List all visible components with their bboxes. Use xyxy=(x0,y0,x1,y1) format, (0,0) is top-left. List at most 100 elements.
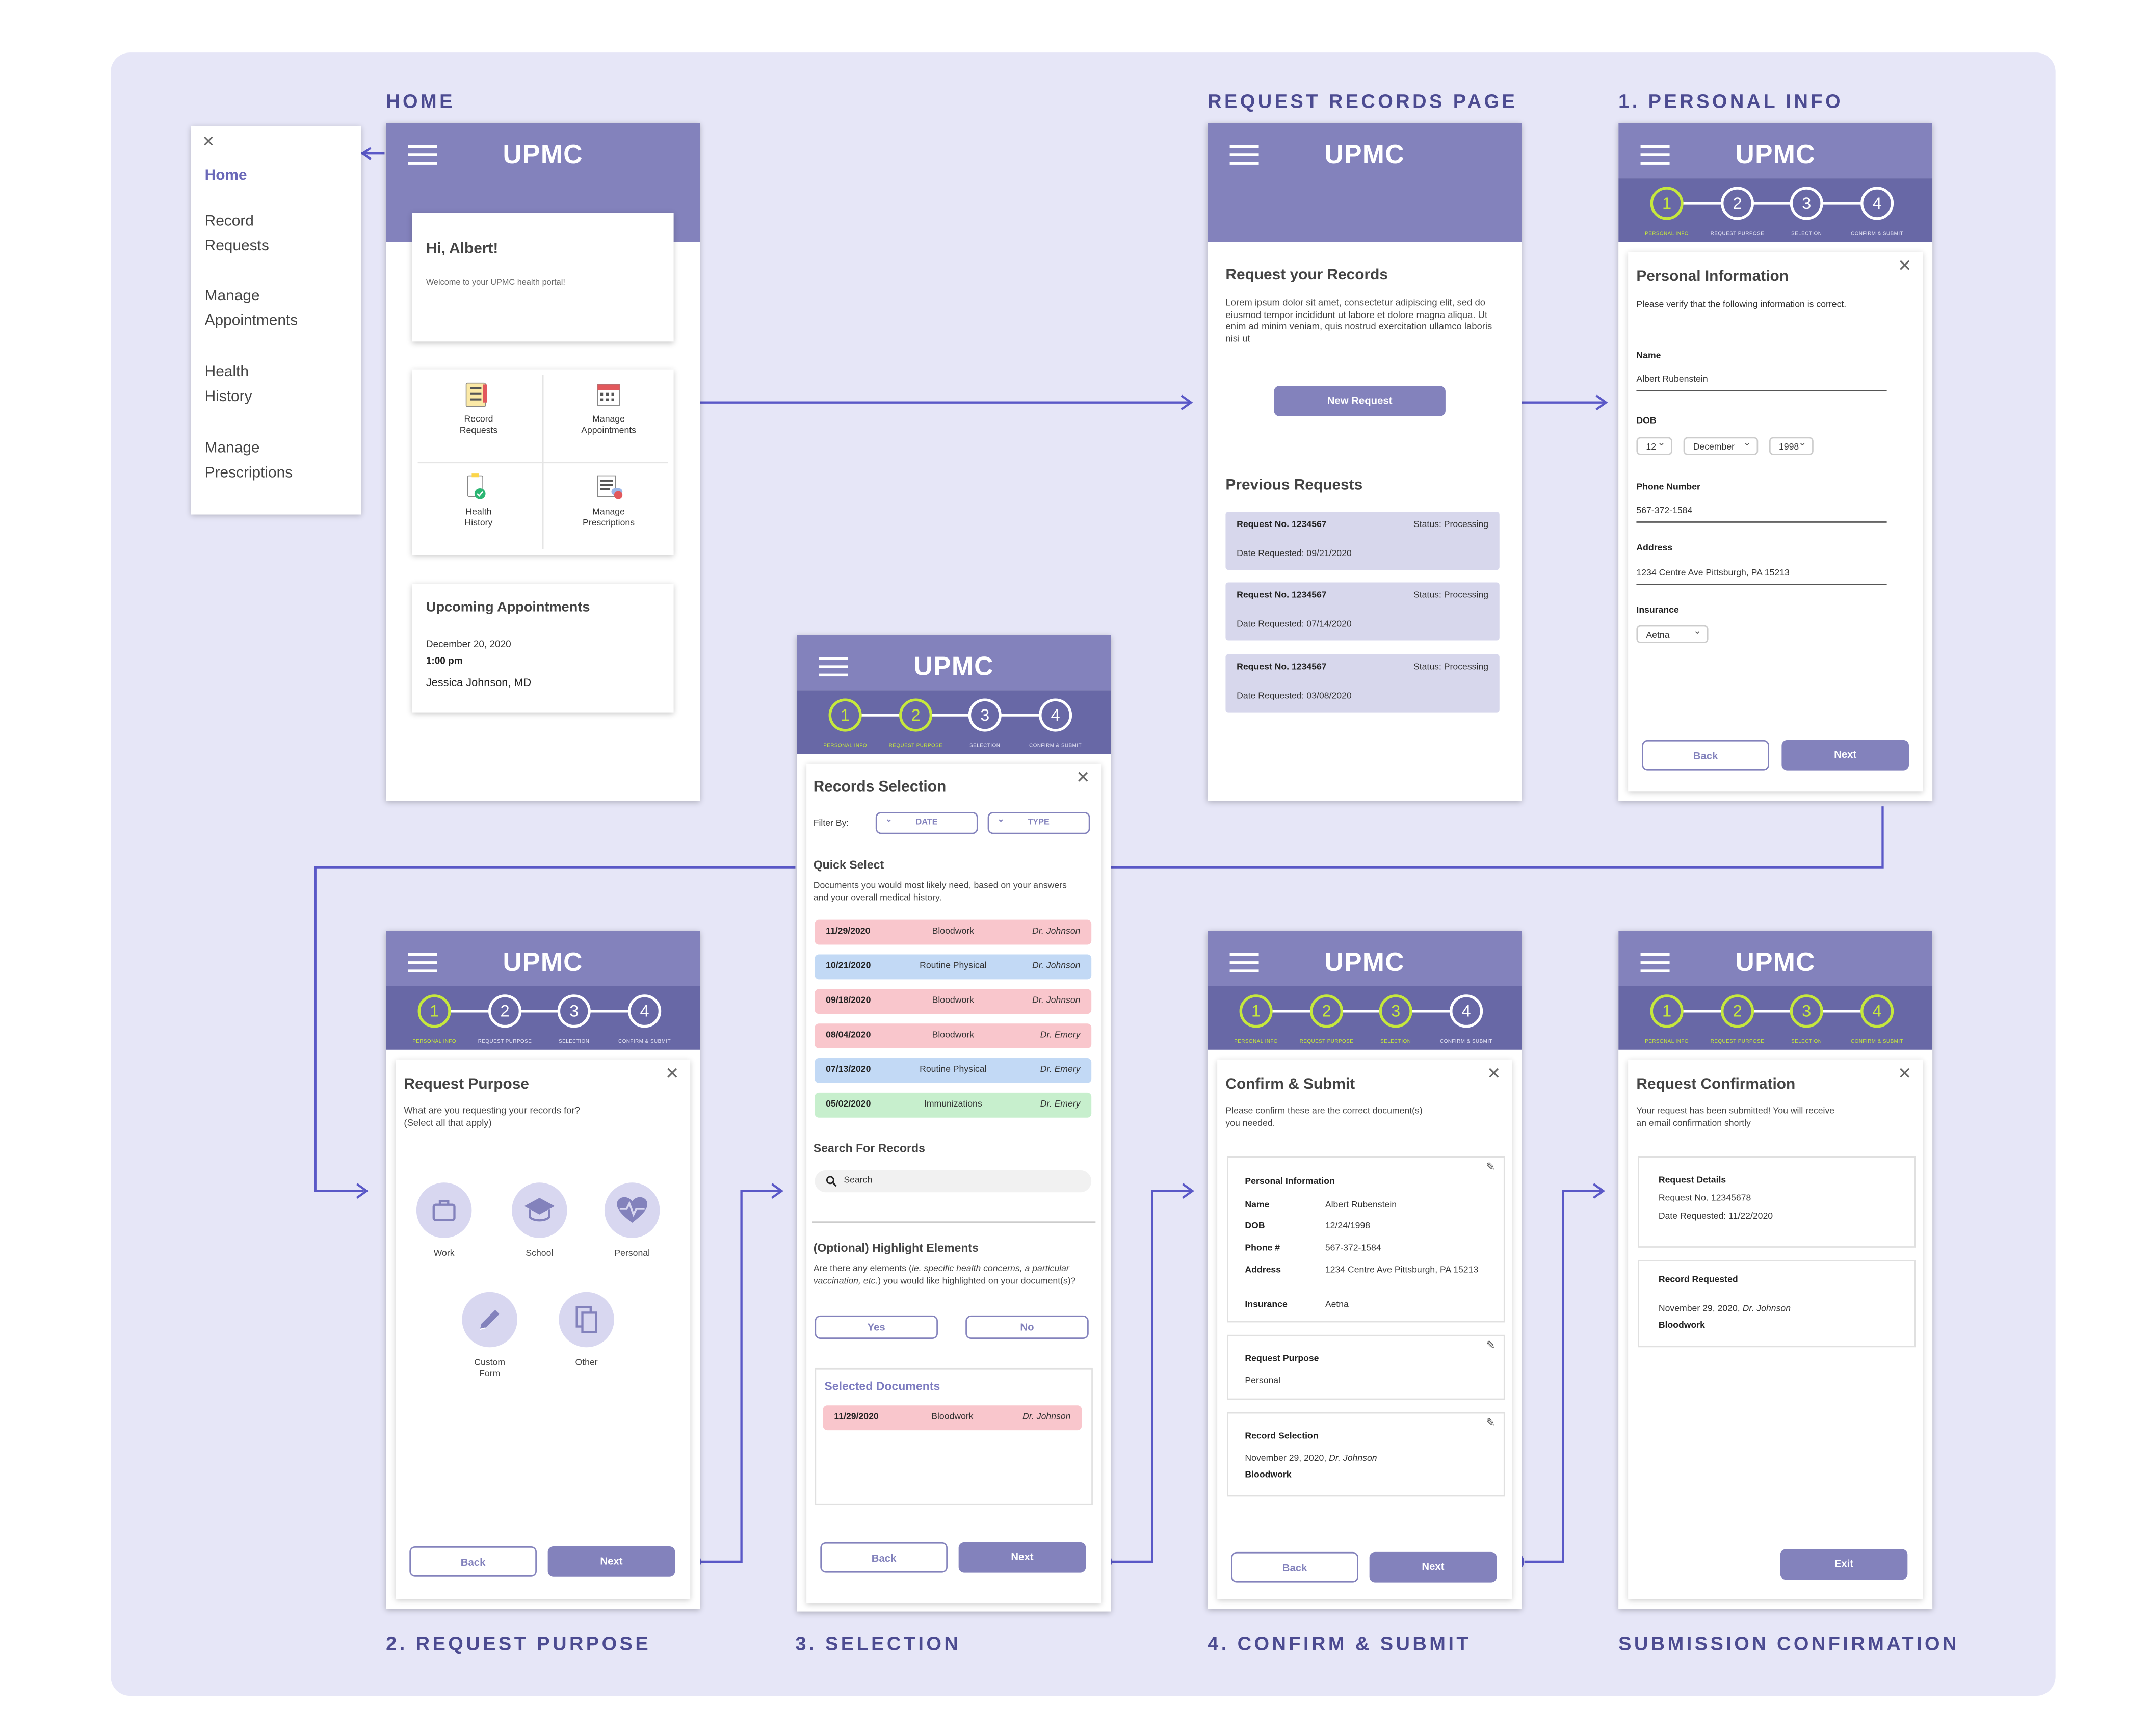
edit-pencil-icon[interactable]: ✎ xyxy=(1486,1339,1495,1351)
flow-line-selection-to-confirm xyxy=(1112,1190,1191,1563)
step-4: 4 xyxy=(1860,187,1894,220)
no-button[interactable]: No xyxy=(965,1315,1089,1339)
purpose-option-custom-form[interactable] xyxy=(462,1292,517,1348)
previous-request-card[interactable]: Request No. 1234567 Status: Processing D… xyxy=(1225,654,1500,713)
clipboard-list-icon xyxy=(465,382,487,407)
step-3: 3 xyxy=(1790,187,1823,220)
personal-title: Personal Information xyxy=(1636,268,1789,285)
back-button[interactable]: Back xyxy=(1231,1551,1358,1583)
dob-year-select[interactable]: 1998 xyxy=(1769,434,1814,455)
confirm-selection-card: ✎ Record Selection November 29, 2020, Dr… xyxy=(1227,1412,1505,1497)
title-selection: 3. SELECTION xyxy=(795,1632,961,1654)
flow-line-personal-to-purpose xyxy=(1111,806,1884,869)
edit-pencil-icon[interactable]: ✎ xyxy=(1486,1416,1495,1429)
next-button[interactable]: Next xyxy=(1369,1551,1497,1583)
filter-type-dropdown[interactable]: ⌄ TYPE xyxy=(987,812,1090,834)
yes-button[interactable]: Yes xyxy=(815,1315,938,1339)
menu-item-health-history[interactable]: Health History xyxy=(205,360,252,410)
record-row[interactable]: 05/02/2020 Immunizations Dr. Emery xyxy=(815,1092,1092,1118)
record-row[interactable]: 11/29/2020 Bloodwork Dr. Johnson xyxy=(815,919,1092,945)
close-icon[interactable]: ✕ xyxy=(202,134,215,151)
address-field[interactable]: 1234 Centre Ave Pittsburgh, PA 15213 xyxy=(1636,568,1789,578)
request-details-card: Request Details Request No. 12345678 Dat… xyxy=(1638,1156,1916,1248)
heart-pulse-icon xyxy=(617,1197,648,1223)
record-row[interactable]: 10/21/2020 Routine Physical Dr. Johnson xyxy=(815,954,1092,980)
phone-field[interactable]: 567-372-1584 xyxy=(1636,506,1692,516)
app-logo: UPMC xyxy=(1324,949,1405,978)
purpose-option-other[interactable] xyxy=(559,1292,614,1348)
purpose-option-personal[interactable] xyxy=(604,1182,660,1238)
record-row[interactable]: 08/04/2020 Bloodwork Dr. Emery xyxy=(815,1023,1092,1049)
back-button[interactable]: Back xyxy=(409,1546,537,1577)
menu-item-manage-prescriptions[interactable]: Manage Prescriptions xyxy=(205,436,293,486)
back-button[interactable]: Back xyxy=(820,1542,948,1573)
new-request-button[interactable]: New Request xyxy=(1274,386,1446,416)
copy-icon xyxy=(575,1306,597,1333)
app-header: UPMC xyxy=(1618,931,1933,986)
close-icon[interactable]: ✕ xyxy=(665,1065,679,1082)
chevron-down-icon: ⌄ xyxy=(997,816,1005,825)
title-personal-info: 1. PERSONAL INFO xyxy=(1618,90,1843,112)
step-2: 2 xyxy=(1720,187,1754,220)
dob-day-select[interactable]: 12 xyxy=(1636,434,1672,455)
record-row[interactable]: 09/18/2020 Bloodwork Dr. Johnson xyxy=(815,989,1092,1014)
step-1: 1 xyxy=(1650,187,1684,220)
app-logo: UPMC xyxy=(1735,949,1816,978)
tile-record-requests[interactable]: Record Requests xyxy=(412,415,545,437)
graduation-cap-icon xyxy=(524,1198,555,1222)
step-progress: 1 2 3 4 PERSONAL INFO REQUEST PURPOSE SE… xyxy=(1618,178,1933,242)
upcoming-title: Upcoming Appointments xyxy=(426,600,590,616)
record-row[interactable]: 07/13/2020 Routine Physical Dr. Emery xyxy=(815,1058,1092,1083)
request-purpose-panel: ✕ Request Purpose What are you requestin… xyxy=(396,1059,691,1599)
next-button[interactable]: Next xyxy=(958,1542,1086,1573)
purpose-option-work[interactable] xyxy=(416,1182,472,1238)
appointment-time: 1:00 pm xyxy=(426,657,463,667)
next-button[interactable]: Next xyxy=(1781,740,1909,771)
request-page-body: Lorem ipsum dolor sit amet, consectetur … xyxy=(1225,299,1492,344)
app-logo: UPMC xyxy=(503,141,583,170)
calendar-icon xyxy=(597,384,620,406)
chevron-down-icon: ⌄ xyxy=(885,816,893,825)
menu-item-manage-appointments[interactable]: Manage Appointments xyxy=(205,283,298,333)
previous-requests-title: Previous Requests xyxy=(1225,477,1363,494)
selection-title: Records Selection xyxy=(813,778,947,796)
app-header: UPMC xyxy=(1618,123,1933,179)
previous-request-card[interactable]: Request No. 1234567 Status: Processing D… xyxy=(1225,582,1500,641)
close-icon[interactable]: ✕ xyxy=(1898,257,1911,274)
step-progress: 1 2 3 4 PERSONAL INFO REQUEST PURPOSE SE… xyxy=(386,986,700,1050)
close-icon[interactable]: ✕ xyxy=(1487,1065,1501,1082)
name-field[interactable]: Albert Rubenstein xyxy=(1636,375,1708,384)
back-button[interactable]: Back xyxy=(1642,740,1769,771)
next-button[interactable]: Next xyxy=(547,1546,675,1577)
menu-item-record-requests[interactable]: Record Requests xyxy=(205,209,269,259)
previous-request-card[interactable]: Request No. 1234567 Status: Processing D… xyxy=(1225,512,1500,570)
close-icon[interactable]: ✕ xyxy=(1898,1065,1911,1082)
appointment-date: December 20, 2020 xyxy=(426,640,511,650)
tile-manage-appointments[interactable]: Manage Appointments xyxy=(542,415,675,437)
tile-manage-prescriptions[interactable]: Manage Prescriptions xyxy=(542,508,675,530)
side-menu: ✕ Home Record Requests Manage Appointmen… xyxy=(191,125,361,515)
insurance-select[interactable]: Aetna xyxy=(1636,622,1709,643)
edit-pencil-icon[interactable]: ✎ xyxy=(1486,1161,1495,1173)
confirm-personal-card: ✎ Personal Information Name Albert Ruben… xyxy=(1227,1156,1505,1323)
menu-item-home[interactable]: Home xyxy=(205,163,247,188)
app-header: UPMC xyxy=(1208,931,1522,986)
app-logo: UPMC xyxy=(1324,141,1405,170)
title-confirm-submit: 4. CONFIRM & SUBMIT xyxy=(1208,1632,1471,1654)
upcoming-appointments-card: Upcoming Appointments December 20, 2020 … xyxy=(412,584,674,713)
app-logo: UPMC xyxy=(1735,141,1816,170)
close-icon[interactable]: ✕ xyxy=(1076,769,1090,786)
title-request-records: REQUEST RECORDS PAGE xyxy=(1208,90,1518,112)
dob-month-select[interactable]: December xyxy=(1683,434,1759,455)
welcome-text: Welcome to your UPMC health portal! xyxy=(426,279,565,288)
search-icon xyxy=(826,1176,837,1187)
title-home: HOME xyxy=(386,90,455,112)
exit-button[interactable]: Exit xyxy=(1780,1549,1908,1580)
purpose-option-school[interactable] xyxy=(512,1182,567,1238)
selected-record-row[interactable]: 11/29/2020 Bloodwork Dr. Johnson xyxy=(823,1405,1082,1431)
flow-line-confirm-to-submission xyxy=(1524,1190,1602,1563)
tile-health-history[interactable]: Health History xyxy=(412,508,545,530)
search-input[interactable]: Search xyxy=(815,1170,1092,1193)
filter-date-dropdown[interactable]: ⌄ DATE xyxy=(875,812,978,834)
quick-links-grid: Record Requests Manage Appointments Heal… xyxy=(412,369,675,555)
